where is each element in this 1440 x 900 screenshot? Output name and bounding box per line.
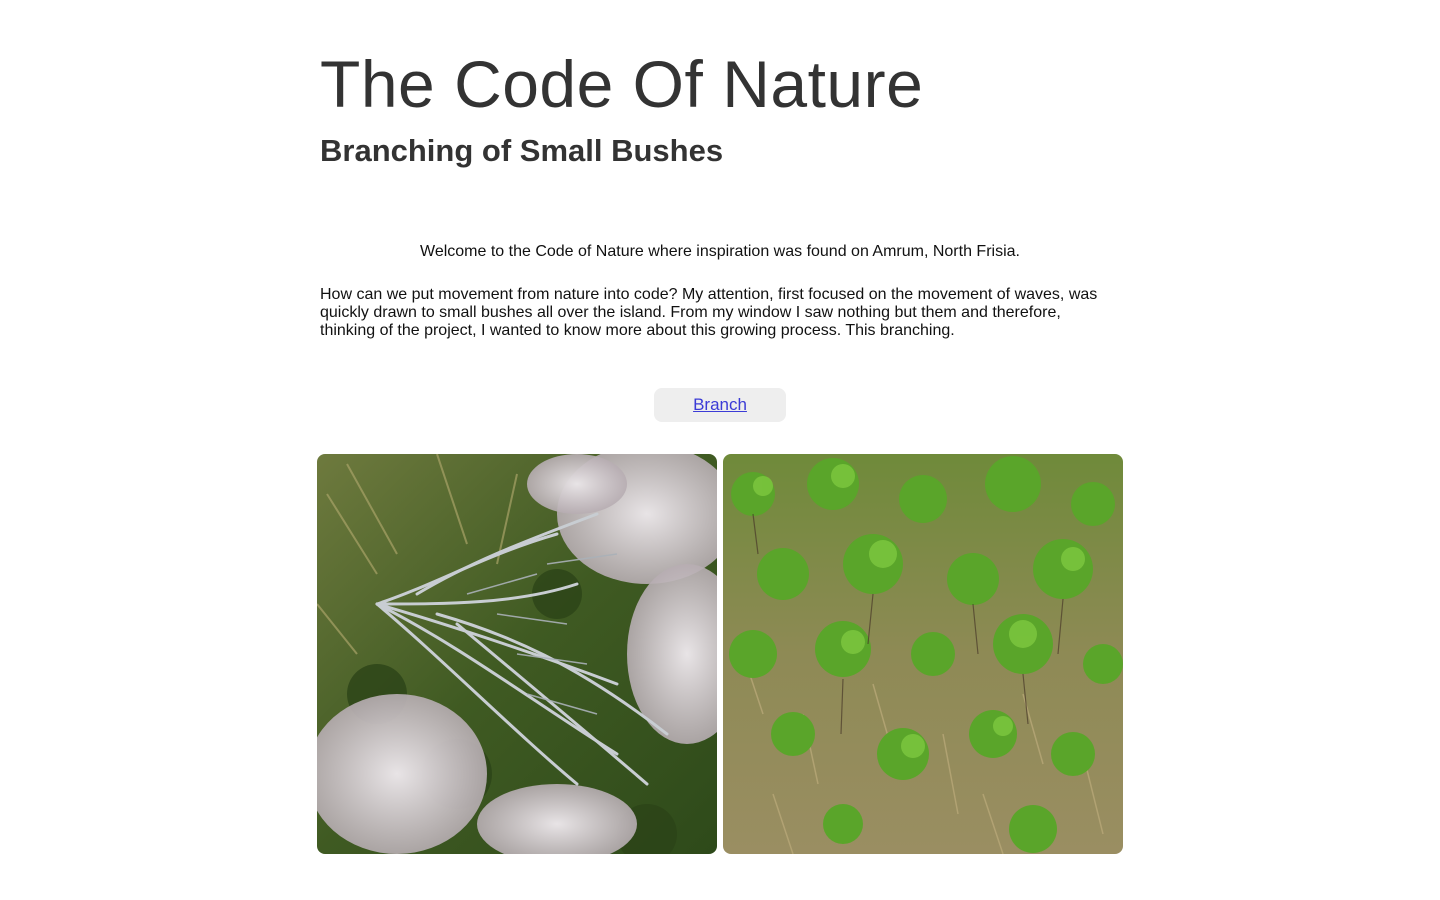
photo-gallery xyxy=(317,454,1123,854)
welcome-text: Welcome to the Code of Nature where insp… xyxy=(420,243,1020,260)
page: The Code Of Nature Branching of Small Bu… xyxy=(0,0,1440,900)
silver-heather-bush-photo xyxy=(317,454,717,854)
site-title: The Code Of Nature xyxy=(320,47,924,121)
header: The Code Of Nature Branching of Small Bu… xyxy=(320,46,1120,170)
page-subtitle: Branching of Small Bushes xyxy=(320,133,724,168)
heather-photo-image xyxy=(317,454,717,854)
green-shrub-field-photo xyxy=(723,454,1123,854)
branch-link[interactable]: Branch xyxy=(693,395,747,415)
intro-paragraph: How can we put movement from nature into… xyxy=(320,286,1098,339)
shrub-field-photo-image xyxy=(723,454,1123,854)
branch-button[interactable]: Branch xyxy=(654,388,786,422)
